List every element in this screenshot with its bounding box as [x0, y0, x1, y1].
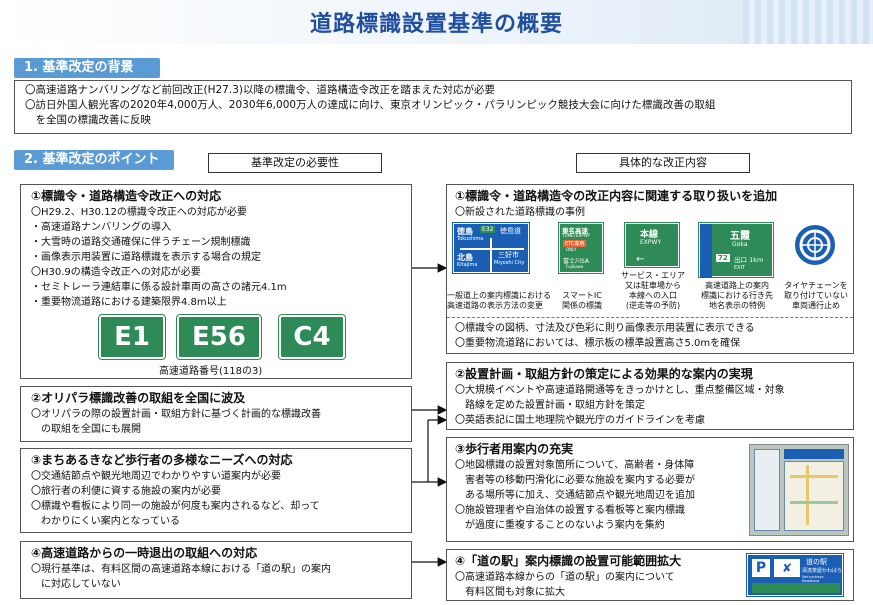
expwy-entrance-sign-example: 本線 EXPWY ← [624, 222, 680, 268]
point-line: に対応していない [31, 579, 121, 590]
point-line: ・高速道路ナンバリングの導入 [31, 222, 171, 233]
point-line: ・大雪時の道路交通確保に伴うチェーン規制標識 [31, 237, 251, 248]
sign-text: Goka [732, 241, 748, 248]
example-caption: 一般道上の案内標識における [447, 291, 551, 300]
point-line: ・重要物流道路における建築限界4.8m以上 [31, 297, 227, 308]
point-line: 〇標識や看板により同一の施設が何度も案内されるなど、却って [31, 501, 320, 512]
point-title: ①標識令・道路構造令改正への対応 [31, 189, 222, 203]
point-line: 〇交通結節点や観光地周辺でわかりやすい道案内が必要 [31, 471, 281, 482]
sign-text: EXIT [734, 265, 746, 271]
sign-text: 道の駅 [806, 558, 827, 566]
signs-caption: 高速道路番号(118の3) [159, 366, 263, 377]
point-line: 〇大規模イベントや高速道路開通等をきっかけとし、重点整備区域・対象 [455, 385, 785, 396]
sec1-line: 〇訪日外国人観光客の2020年4,000万人、2030年6,000万人の達成に向… [25, 99, 716, 111]
michi-no-eki-sign: P ✘ 道の駅 清流茶屋かわばら Seiryuchaya Kawabara [746, 553, 844, 597]
page-title: 道路標識設置基準の概要 [309, 12, 563, 37]
point-title: ②オリパラ標識改善の取組を全国に波及 [31, 391, 246, 405]
expressway-number-sign: E56 [176, 314, 262, 360]
example-caption: スマートIC [562, 291, 602, 300]
point-line: 〇標識令の図柄、寸法及び色彩に則り画像表示用装置に表示できる [455, 323, 755, 334]
sign-text: EXPWY [640, 239, 662, 246]
sign-text: Miyoshi City [494, 260, 525, 266]
point-line: 路線を定めた設置計画・取組方針を策定 [455, 400, 645, 411]
point-line: わかりにくい案内となっている [31, 516, 180, 527]
point-subtitle: 〇新設された道路標識の事例 [455, 207, 585, 218]
point-title: ③まちあるきなど歩行者の多様なニーズへの対応 [31, 453, 293, 467]
smart-ic-sign-example: 東名高速 TOMEI EXPWY ETC専用 ONLY 富士川SA Fujika… [558, 222, 604, 274]
section-1-label: 1. 基準改定の背景 [14, 58, 160, 78]
point-line: 〇H29.2、H30.12の標識令改正への対応が必要 [31, 207, 247, 218]
right-point-3: ③歩行者用案内の充実 〇地図標識の設置対象箇所について、高齢者・身体障 害者等の… [446, 437, 854, 542]
sign-text: Seiryuchaya Kawabara [802, 575, 824, 583]
point-line: の取組を全国にも展開 [31, 424, 141, 435]
example-caption: 又は駐車場から [625, 281, 681, 290]
left-point-1: ①標識令・道路構造令改正への対応 〇H29.2、H30.12の標識令改正への対応… [20, 184, 412, 379]
point-line: 〇重要物流道路においては、標示板の標準設置高さ5.0mを確保 [455, 338, 741, 349]
sign-text: 清流茶屋かわばら [802, 568, 843, 574]
sign-text: 72 [716, 254, 730, 262]
example-caption: 取り付けていない [784, 291, 848, 300]
section-2-label: 2. 基準改定のポイント [14, 150, 174, 170]
right-column-header: 具体的な改正内容 [576, 153, 750, 173]
sign-text: Kitajima [457, 262, 478, 268]
point-line: ・画像表示用装置に道路標識を表示する場合の規定 [31, 252, 261, 263]
point-line: 〇英語表記に国土地理院や観光庁のガイドラインを考慮 [455, 415, 705, 426]
sign-text: Fujikawa [566, 264, 584, 269]
point-title: ②設置計画・取組方針の策定による効果的な案内の実現 [455, 367, 753, 381]
sign-text: ETC専用 [563, 240, 587, 247]
sec1-line: を全国の標識改善に反映 [25, 114, 151, 126]
expressway-number-sign: E1 [98, 314, 166, 360]
sign-text: 徳島道 [500, 227, 521, 235]
right-point-4: ④「道の駅」案内標識の設置可能範囲拡大 〇高速道路本線からの「道の駅」の案内につ… [446, 549, 854, 601]
sign-text: E32 [480, 226, 496, 233]
sign-text: Tokushima [457, 236, 484, 242]
point-line: 〇旅行者の利便に資する施設の案内が必要 [31, 486, 221, 497]
example-caption: 本線への入口 [629, 291, 677, 300]
left-point-2: ②オリパラ標識改善の取組を全国に波及 〇オリパラの際の設置計画・取組方針に基づく… [20, 386, 412, 442]
left-point-4: ④高速道路からの一時退出の取組への対応 〇現行基準は、有料区間の高速道路本線にお… [20, 541, 412, 599]
point-line: 〇オリパラの際の設置計画・取組方針に基づく計画的な標識改善 [31, 409, 321, 420]
sec1-line: 〇高速道路ナンバリングなど前回改正(H27.3)以降の標識令、道路構造令改正を踏… [25, 84, 495, 96]
example-caption: 標識における行き先 [701, 291, 773, 300]
sign-text: 三好市 [498, 251, 519, 259]
tire-chain-regulation-sign [793, 223, 837, 267]
right-point-2: ②設置計画・取組方針の策定による効果的な案内の実現 〇大規模イベントや高速道路開… [446, 362, 854, 430]
connector-arrows [412, 263, 448, 567]
example-caption: タイヤチェーンを [784, 281, 848, 290]
sign-text: 五霞 [730, 231, 750, 242]
point-line: 〇現行基準は、有料区間の高速道路本線における「道の駅」の案内 [31, 564, 331, 575]
sign-text: 出口 1km [734, 256, 764, 264]
example-caption: 車両通行止め [792, 301, 840, 310]
arrow-left-icon: ← [636, 254, 645, 265]
example-caption: サービス・エリア [621, 271, 685, 280]
right-point-1: ①標識令・道路構造令の改正内容に関連する取り扱いを追加 〇新設された道路標識の事… [446, 184, 854, 354]
guide-sign-example-1: 徳島 E32 徳島道 Tokushima 北島 Kitajima 三好市 Miy… [452, 222, 530, 274]
exit-sign-example: 五霞 Goka 72 出口 1km EXIT [698, 222, 774, 278]
example-caption: 高速道路上の案内 [705, 281, 769, 290]
example-caption: (逆走等の予防) [625, 301, 681, 310]
section-1-box: 〇高速道路ナンバリングなど前回改正(H27.3)以降の標識令、道路構造令改正を踏… [14, 80, 852, 134]
left-column-header: 基準改定の必要性 [208, 153, 382, 173]
left-point-3: ③まちあるきなど歩行者の多様なニーズへの対応 〇交通結節点や観光地周辺でわかりや… [20, 448, 412, 533]
sign-text: ONLY [566, 247, 577, 252]
sign-text: TOMEI EXPWY [562, 233, 591, 238]
expressway-number-sign: C4 [278, 314, 346, 360]
example-caption: 高速道路の表示方法の変更 [447, 301, 543, 310]
point-line: 〇H30.9の構造令改正への対応が必要 [31, 267, 201, 278]
pedestrian-map-sign-photo [749, 444, 849, 536]
parking-icon: P [752, 559, 770, 577]
point-title: ④高速道路からの一時退出の取組への対応 [31, 546, 258, 560]
point-line: ・セミトレーラ連結車に係る設計車両の高さの諸元4.1m [31, 282, 287, 293]
example-caption: 地名表示の特例 [709, 301, 765, 310]
example-caption: 関係の標識 [562, 301, 602, 310]
fork-knife-icon: ✘ [774, 559, 800, 577]
point-title: ①標識令・道路構造令の改正内容に関連する取り扱いを追加 [455, 189, 778, 203]
